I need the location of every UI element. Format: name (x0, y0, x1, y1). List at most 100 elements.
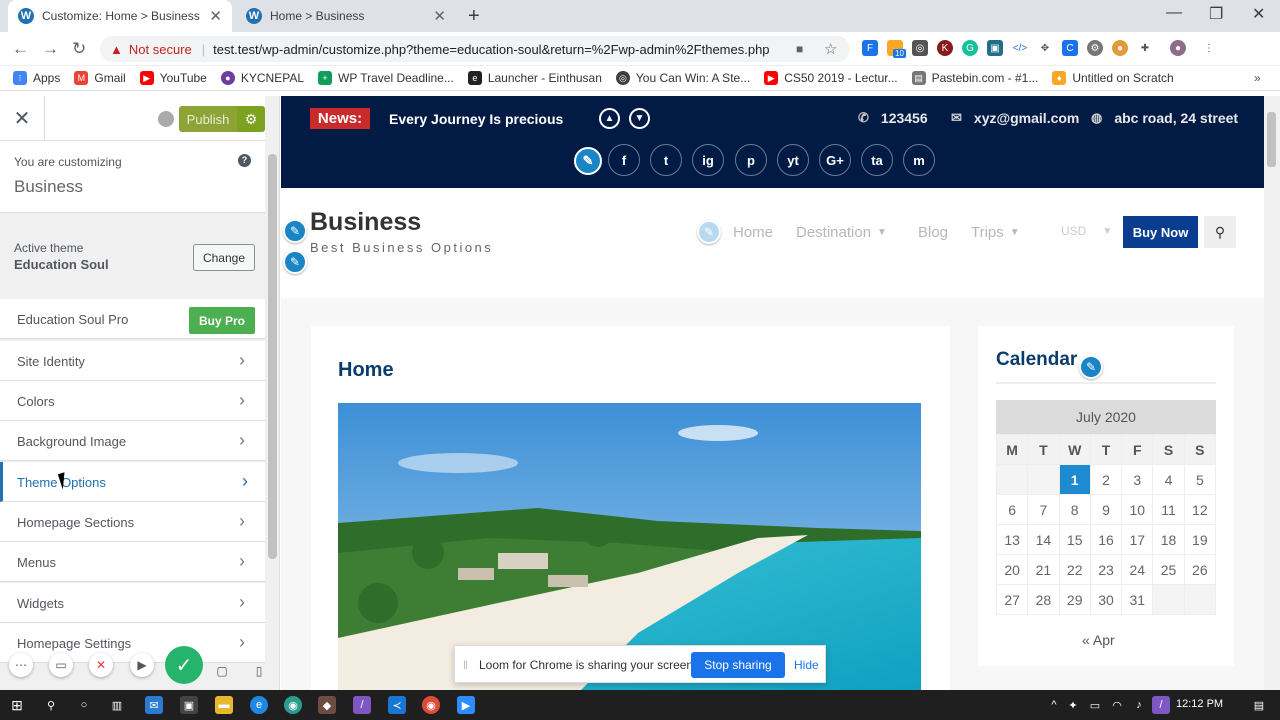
currency-select[interactable]: USD ▼ (1061, 224, 1112, 238)
bookmark-gmail[interactable]: M Gmail (74, 71, 126, 85)
grammarly-icon[interactable]: G (962, 40, 978, 56)
wifi-icon[interactable]: ◠ (1108, 696, 1126, 714)
dropbox-icon[interactable]: ✦ (1064, 696, 1082, 714)
app-icon[interactable]: / (353, 696, 371, 714)
desktop-preview-icon[interactable]: ▢ (210, 659, 234, 683)
minimize-icon[interactable]: — (1166, 4, 1182, 22)
app-icon[interactable]: ◉ (284, 696, 302, 714)
file-explorer-icon[interactable]: ▬ (215, 696, 233, 714)
search-icon[interactable]: ⚲ (1204, 216, 1236, 248)
reload-icon[interactable]: ↻ (72, 39, 86, 59)
chevron-up-icon[interactable]: ▲ (599, 108, 620, 129)
vscode-icon[interactable]: ≺ (388, 696, 406, 714)
extension-icon[interactable]: ⚙ (1087, 40, 1103, 56)
change-theme-button[interactable]: Change (193, 244, 255, 271)
battery-icon[interactable]: ▭ (1086, 696, 1104, 714)
volume-icon[interactable]: ♪ (1130, 696, 1148, 714)
more-bookmarks-icon[interactable]: » (1254, 71, 1261, 85)
camera-icon[interactable]: ■ (796, 42, 803, 56)
tab-customize[interactable]: W Customize: Home > Business ✕ (8, 0, 232, 32)
bookmark-youtube[interactable]: ▶ YouTube (139, 71, 207, 85)
gear-icon[interactable]: ⚙ (237, 106, 265, 132)
chevron-up-icon[interactable]: ^ (1045, 696, 1063, 714)
facebook-icon[interactable]: f (608, 144, 640, 176)
edit-pencil-icon[interactable]: ✎ (697, 220, 721, 244)
menu-widgets[interactable]: Widgets › (0, 583, 265, 623)
tab-home[interactable]: W Home > Business ✕ (236, 0, 456, 32)
mobile-icon[interactable]: m (903, 144, 935, 176)
bookmark-scratch[interactable]: ♦ Untitled on Scratch (1052, 71, 1174, 85)
publish-button[interactable]: Publish (179, 106, 237, 132)
maximize-icon[interactable]: ❐ (1209, 4, 1223, 24)
mobile-preview-icon[interactable]: ▯ (247, 659, 271, 683)
bookmark-you-can-win[interactable]: ◎ You Can Win: A Ste... (615, 71, 750, 85)
close-customizer-icon[interactable]: ✕ (0, 96, 45, 141)
tripadvisor-icon[interactable]: ta (861, 144, 893, 176)
menu-homepage-sections[interactable]: Homepage Sections › (0, 502, 265, 542)
clock[interactable]: 12:12 PM (1176, 698, 1223, 710)
cortana-icon[interactable]: ○ (75, 696, 93, 714)
bookmark-apps[interactable]: ⁝ Apps (13, 71, 60, 85)
twitter-icon[interactable]: t (650, 144, 682, 176)
bookmark-cs50[interactable]: ▶ CS50 2019 - Lectur... (764, 71, 898, 85)
extension-icon[interactable]: ▣ (987, 40, 1003, 56)
forward-icon[interactable]: → (42, 39, 59, 59)
help-icon[interactable]: ? (238, 154, 251, 167)
star-icon[interactable]: ☆ (824, 40, 837, 58)
nav-home[interactable]: Home (733, 224, 773, 241)
more-icon[interactable]: ⋯ (9, 653, 33, 677)
bookmark-wp-travel[interactable]: + WP Travel Deadline... (318, 71, 454, 85)
puzzle-icon[interactable]: ✚ (1137, 40, 1153, 56)
extension-icon[interactable]: ✥ (1037, 40, 1053, 56)
bookmark-kycnepal[interactable]: ● KYCNEPAL (220, 71, 304, 85)
windows-start-icon[interactable]: ⊞ (8, 696, 26, 714)
stop-sharing-button[interactable]: Stop sharing (691, 652, 785, 678)
nav-trips[interactable]: Trips ▼ (971, 224, 1020, 241)
mail-app-icon[interactable]: ✉ (145, 696, 163, 714)
chevron-down-icon[interactable]: ▼ (629, 108, 650, 129)
buy-now-button[interactable]: Buy Now (1123, 216, 1198, 248)
code-icon[interactable]: </> (1012, 40, 1028, 56)
camera-toggle-icon[interactable]: ▭ (49, 653, 73, 677)
bookmark-pastebin[interactable]: ▤ Pastebin.com - #1... (911, 71, 1038, 85)
back-icon[interactable]: ← (12, 39, 29, 59)
edit-pencil-icon[interactable]: ✎ (283, 250, 307, 274)
edit-pencil-icon[interactable]: ✎ (574, 147, 602, 175)
news-ticker[interactable]: Every Journey Is precious (389, 111, 563, 127)
chrome-icon[interactable]: ◉ (422, 696, 440, 714)
instagram-icon[interactable]: ig (692, 144, 724, 176)
google-plus-icon[interactable]: G+ (819, 144, 851, 176)
omnibox[interactable]: ▲ Not secure | test.test/wp-admin/custom… (100, 36, 850, 62)
pen-icon[interactable]: / (1152, 696, 1170, 714)
close-tab-icon[interactable]: ✕ (433, 7, 446, 25)
rss-extension-icon[interactable]: 10 (887, 40, 906, 58)
menu-theme-options[interactable]: Theme Options › (0, 462, 265, 502)
task-view-icon[interactable]: ▥ (108, 696, 126, 714)
edit-pencil-icon[interactable]: ✎ (283, 219, 307, 243)
pinterest-icon[interactable]: p (735, 144, 767, 176)
avatar[interactable]: ● (1170, 40, 1186, 56)
menu-icon[interactable]: ⋮ (1201, 40, 1217, 56)
sidebar-scroll-thumb[interactable] (268, 154, 277, 559)
close-window-icon[interactable]: ✕ (1252, 4, 1265, 24)
bookmark-einthusan[interactable]: e Launcher - Einthusan (467, 71, 602, 85)
zoom-icon[interactable]: ▶ (457, 696, 475, 714)
cookie-icon[interactable]: ● (1112, 40, 1128, 56)
menu-menus[interactable]: Menus › (0, 542, 265, 582)
extension-icon[interactable]: ◎ (912, 40, 928, 56)
menu-site-identity[interactable]: Site Identity › (0, 341, 265, 381)
edit-pencil-icon[interactable]: ✎ (1079, 355, 1103, 379)
calendar-prev-link[interactable]: « Apr (1082, 632, 1115, 648)
buy-pro-button[interactable]: Buy Pro (189, 307, 255, 334)
drag-handle-icon[interactable]: ‖ (463, 658, 468, 672)
youtube-icon[interactable]: yt (777, 144, 809, 176)
notifications-icon[interactable]: ▤ (1250, 696, 1268, 714)
hide-button[interactable]: Hide (794, 658, 819, 672)
cancel-recording-icon[interactable]: ✕ (89, 653, 113, 677)
nav-blog[interactable]: Blog (918, 224, 948, 241)
nav-destination[interactable]: Destination ▼ (796, 224, 887, 241)
pause-icon[interactable]: ▶ (130, 653, 154, 677)
close-tab-icon[interactable]: ✕ (209, 7, 222, 25)
finish-recording-icon[interactable]: ✓ (165, 646, 203, 684)
app-icon[interactable]: ◆ (318, 696, 336, 714)
